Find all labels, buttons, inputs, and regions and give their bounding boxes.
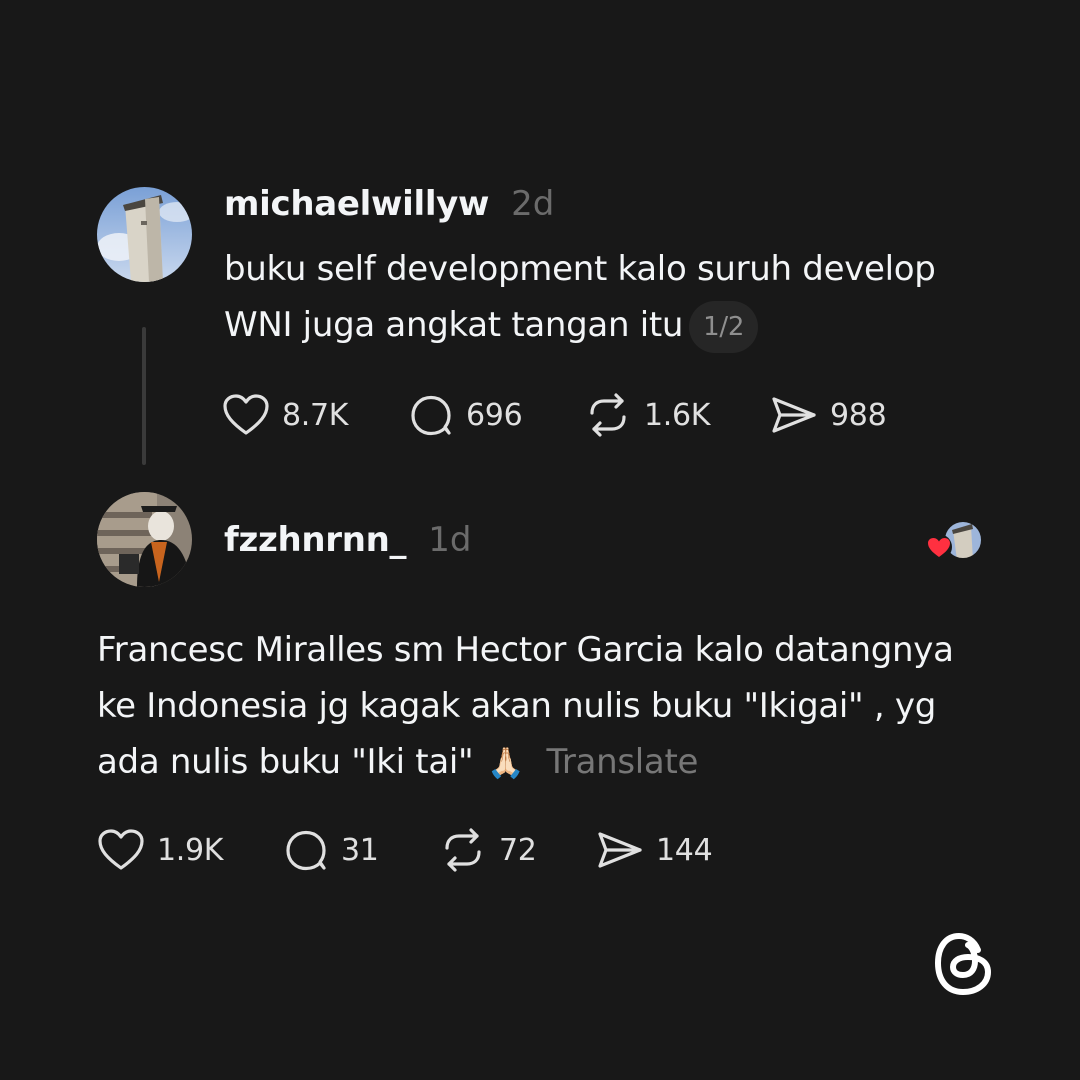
praying-hands-emoji: 🙏🏻 bbox=[487, 746, 525, 781]
like-button[interactable]: 8.7K bbox=[222, 393, 408, 437]
send-icon bbox=[598, 832, 642, 868]
comment-icon bbox=[286, 830, 326, 871]
heart-icon bbox=[223, 394, 269, 435]
post-text-line: ada nulis buku "Iki tai" bbox=[97, 742, 474, 782]
post-header: michaelwillyw 2d bbox=[224, 184, 554, 224]
reply-count: 31 bbox=[341, 832, 379, 868]
post-text-line: WNI juga angkat tangan itu bbox=[224, 305, 684, 345]
post-actions: 8.7K 696 1.6K 988 bbox=[222, 393, 887, 437]
share-button[interactable]: 144 bbox=[596, 828, 713, 872]
thread-connector-line bbox=[142, 327, 146, 465]
post-text-line: buku self development kalo suruh develop bbox=[224, 249, 936, 289]
username[interactable]: fzzhnrnn_ bbox=[224, 520, 407, 560]
repost-button[interactable]: 72 bbox=[439, 828, 596, 872]
translate-link[interactable]: Translate bbox=[546, 742, 698, 782]
post-time: 1d bbox=[428, 520, 472, 560]
reply-button[interactable]: 31 bbox=[283, 828, 439, 872]
share-count: 144 bbox=[656, 832, 713, 868]
threads-logo-icon bbox=[932, 930, 996, 1002]
comment-icon bbox=[411, 395, 451, 436]
repost-icon bbox=[445, 828, 481, 872]
repost-button[interactable]: 1.6K bbox=[584, 393, 770, 437]
avatar[interactable] bbox=[97, 492, 192, 587]
post-time: 2d bbox=[511, 184, 555, 224]
share-button[interactable]: 988 bbox=[770, 393, 887, 437]
repost-count: 72 bbox=[499, 832, 537, 868]
post-text: Francesc Miralles sm Hector Garcia kalo … bbox=[97, 622, 954, 792]
reply-count: 696 bbox=[466, 397, 523, 433]
send-icon bbox=[772, 397, 816, 433]
repost-icon bbox=[590, 393, 626, 437]
post-text-line: Francesc Miralles sm Hector Garcia kalo … bbox=[97, 630, 954, 670]
post-text-line: ke Indonesia jg kagak akan nulis buku "I… bbox=[97, 686, 937, 726]
reply-button[interactable]: 696 bbox=[408, 393, 584, 437]
post-text-line-2: WNI juga angkat tangan itu 1/2 bbox=[224, 297, 936, 353]
like-count: 1.9K bbox=[157, 832, 224, 868]
post-text-line-3: ada nulis buku "Iki tai" 🙏🏻 Translate bbox=[97, 734, 954, 792]
threads-screenshot: michaelwillyw 2d buku self development k… bbox=[0, 0, 1080, 1080]
avatar[interactable] bbox=[97, 187, 192, 282]
post-text: buku self development kalo suruh develop… bbox=[224, 241, 936, 353]
like-button[interactable]: 1.9K bbox=[97, 828, 283, 872]
heart-icon bbox=[98, 829, 144, 870]
like-count: 8.7K bbox=[282, 397, 349, 433]
threads-logo-icon bbox=[935, 933, 991, 995]
avatar-graduate-image bbox=[97, 492, 192, 587]
share-count: 988 bbox=[830, 397, 887, 433]
username[interactable]: michaelwillyw bbox=[224, 184, 489, 224]
liked-by-author-indicator[interactable] bbox=[925, 520, 985, 562]
page-indicator[interactable]: 1/2 bbox=[689, 300, 759, 353]
avatar-tower-image bbox=[97, 187, 192, 282]
liked-by-avatar bbox=[926, 520, 983, 560]
post-header: fzzhnrnn_ 1d bbox=[224, 520, 471, 560]
post-actions: 1.9K 31 72 144 bbox=[97, 828, 713, 872]
repost-count: 1.6K bbox=[644, 397, 711, 433]
